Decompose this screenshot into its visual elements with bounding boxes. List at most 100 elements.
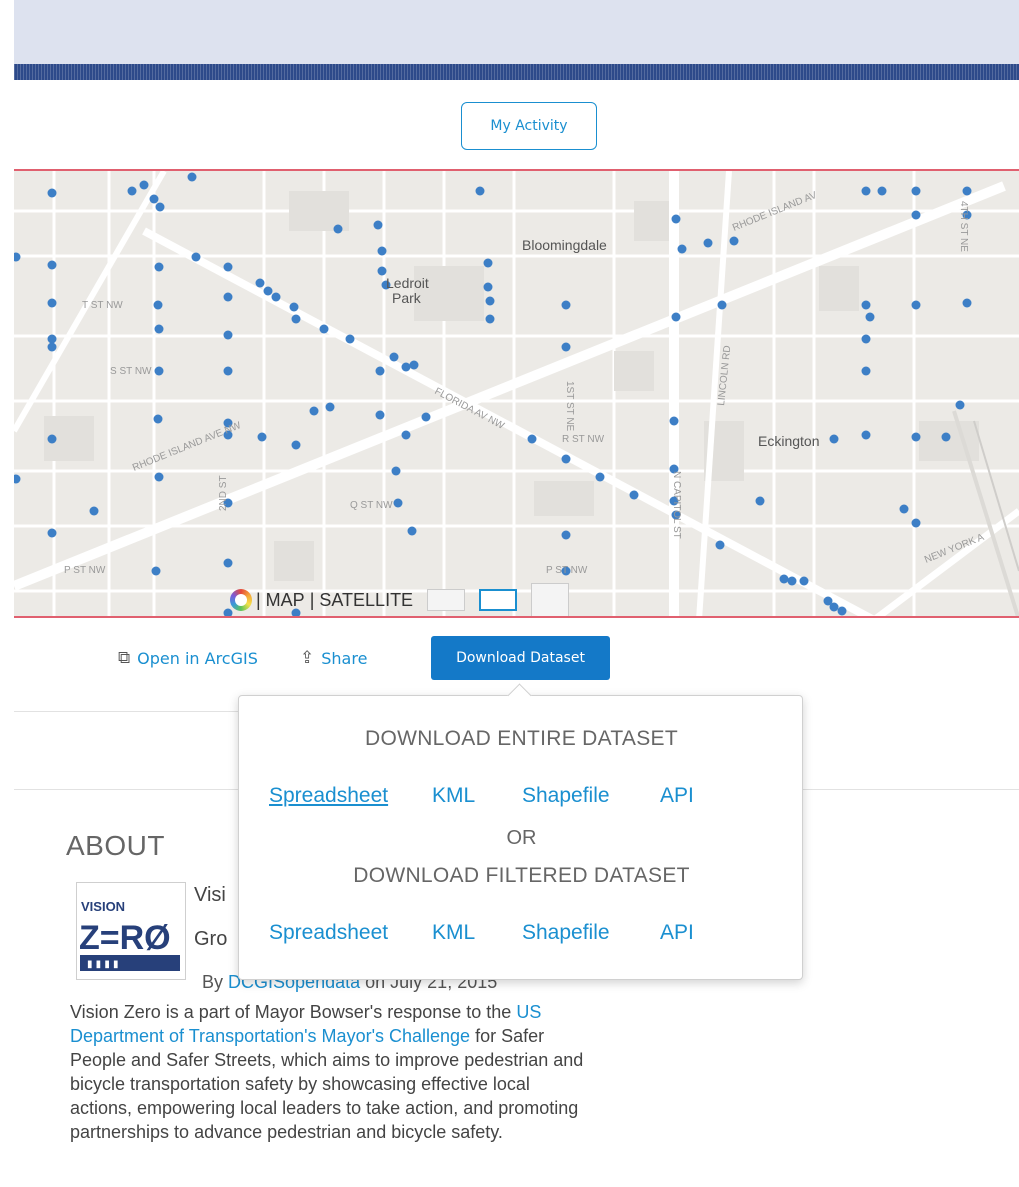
crash-point-marker[interactable] bbox=[561, 342, 571, 352]
crash-point-marker[interactable] bbox=[257, 432, 267, 442]
crash-point-marker[interactable] bbox=[829, 434, 839, 444]
crash-point-marker[interactable] bbox=[671, 312, 681, 322]
filtered-spreadsheet-option[interactable]: Spreadsheet bbox=[269, 921, 388, 945]
crash-point-marker[interactable] bbox=[911, 518, 921, 528]
color-wheel-icon[interactable] bbox=[230, 589, 252, 611]
share-link[interactable]: ⇪ Share bbox=[300, 648, 367, 668]
crash-point-marker[interactable] bbox=[154, 262, 164, 272]
crash-point-marker[interactable] bbox=[485, 296, 495, 306]
crash-point-marker[interactable] bbox=[223, 262, 233, 272]
crash-point-marker[interactable] bbox=[291, 440, 301, 450]
crash-point-marker[interactable] bbox=[421, 412, 431, 422]
crash-point-marker[interactable] bbox=[333, 224, 343, 234]
crash-point-marker[interactable] bbox=[127, 186, 137, 196]
crash-point-marker[interactable] bbox=[375, 366, 385, 376]
crash-point-marker[interactable] bbox=[389, 352, 399, 362]
crash-point-marker[interactable] bbox=[47, 342, 57, 352]
crash-point-marker[interactable] bbox=[877, 186, 887, 196]
crash-point-marker[interactable] bbox=[373, 220, 383, 230]
filtered-shapefile-option[interactable]: Shapefile bbox=[522, 921, 610, 945]
filtered-kml-option[interactable]: KML bbox=[432, 921, 475, 945]
crash-point-marker[interactable] bbox=[483, 282, 493, 292]
crash-point-marker[interactable] bbox=[677, 244, 687, 254]
crash-point-marker[interactable] bbox=[153, 414, 163, 424]
basemap-satellite-option[interactable]: | SATELLITE bbox=[310, 590, 413, 611]
crash-point-marker[interactable] bbox=[401, 362, 411, 372]
crash-point-marker[interactable] bbox=[407, 526, 417, 536]
basemap-swatch-light[interactable] bbox=[427, 589, 466, 611]
crash-point-marker[interactable] bbox=[755, 496, 765, 506]
download-dataset-button[interactable]: Download Dataset bbox=[431, 636, 610, 680]
crash-point-marker[interactable] bbox=[829, 602, 839, 612]
crash-point-marker[interactable] bbox=[861, 186, 871, 196]
crash-point-marker[interactable] bbox=[377, 246, 387, 256]
crash-point-marker[interactable] bbox=[485, 314, 495, 324]
map-view[interactable]: Bloomingdale Ledroit Park Eckington T ST… bbox=[14, 169, 1019, 618]
open-in-arcgis-link[interactable]: ⧉ Open in ArcGIS bbox=[118, 648, 258, 668]
crash-point-marker[interactable] bbox=[911, 432, 921, 442]
basemap-swatch-dark[interactable] bbox=[531, 583, 570, 616]
crash-point-marker[interactable] bbox=[669, 416, 679, 426]
crash-point-marker[interactable] bbox=[941, 432, 951, 442]
crash-point-marker[interactable] bbox=[223, 330, 233, 340]
crash-point-marker[interactable] bbox=[861, 334, 871, 344]
crash-point-marker[interactable] bbox=[89, 506, 99, 516]
crash-point-marker[interactable] bbox=[962, 298, 972, 308]
crash-point-marker[interactable] bbox=[861, 300, 871, 310]
crash-point-marker[interactable] bbox=[401, 430, 411, 440]
crash-point-marker[interactable] bbox=[715, 540, 725, 550]
crash-point-marker[interactable] bbox=[483, 258, 493, 268]
crash-point-marker[interactable] bbox=[861, 366, 871, 376]
crash-point-marker[interactable] bbox=[255, 278, 265, 288]
crash-point-marker[interactable] bbox=[561, 530, 571, 540]
crash-point-marker[interactable] bbox=[14, 252, 21, 262]
basemap-switcher[interactable]: | MAP | SATELLITE bbox=[230, 583, 570, 616]
crash-point-marker[interactable] bbox=[629, 490, 639, 500]
crash-point-marker[interactable] bbox=[861, 430, 871, 440]
entire-spreadsheet-option[interactable]: Spreadsheet bbox=[269, 784, 388, 808]
crash-point-marker[interactable] bbox=[911, 186, 921, 196]
crash-point-marker[interactable] bbox=[561, 454, 571, 464]
entire-kml-option[interactable]: KML bbox=[432, 784, 475, 808]
crash-point-marker[interactable] bbox=[47, 188, 57, 198]
crash-point-marker[interactable] bbox=[325, 402, 335, 412]
crash-point-marker[interactable] bbox=[309, 406, 319, 416]
my-activity-button[interactable]: My Activity bbox=[461, 102, 597, 150]
crash-point-marker[interactable] bbox=[139, 180, 149, 190]
crash-point-marker[interactable] bbox=[955, 400, 965, 410]
crash-point-marker[interactable] bbox=[271, 292, 281, 302]
crash-point-marker[interactable] bbox=[393, 498, 403, 508]
crash-point-marker[interactable] bbox=[865, 312, 875, 322]
crash-point-marker[interactable] bbox=[223, 558, 233, 568]
crash-point-marker[interactable] bbox=[561, 300, 571, 310]
crash-point-marker[interactable] bbox=[291, 314, 301, 324]
crash-point-marker[interactable] bbox=[527, 434, 537, 444]
crash-point-marker[interactable] bbox=[47, 334, 57, 344]
crash-point-marker[interactable] bbox=[345, 334, 355, 344]
crash-point-marker[interactable] bbox=[911, 300, 921, 310]
crash-point-marker[interactable] bbox=[899, 504, 909, 514]
crash-point-marker[interactable] bbox=[149, 194, 159, 204]
crash-point-marker[interactable] bbox=[47, 260, 57, 270]
crash-point-marker[interactable] bbox=[729, 236, 739, 246]
crash-point-marker[interactable] bbox=[391, 466, 401, 476]
crash-point-marker[interactable] bbox=[799, 576, 809, 586]
crash-point-marker[interactable] bbox=[223, 366, 233, 376]
crash-point-marker[interactable] bbox=[154, 324, 164, 334]
crash-point-marker[interactable] bbox=[154, 366, 164, 376]
crash-point-marker[interactable] bbox=[595, 472, 605, 482]
crash-point-marker[interactable] bbox=[837, 606, 847, 616]
entire-shapefile-option[interactable]: Shapefile bbox=[522, 784, 610, 808]
basemap-map-option[interactable]: | MAP bbox=[256, 590, 305, 611]
crash-point-marker[interactable] bbox=[155, 202, 165, 212]
crash-point-marker[interactable] bbox=[289, 302, 299, 312]
crash-point-marker[interactable] bbox=[191, 252, 201, 262]
entire-api-option[interactable]: API bbox=[660, 784, 694, 808]
crash-point-marker[interactable] bbox=[779, 574, 789, 584]
crash-point-marker[interactable] bbox=[153, 300, 163, 310]
crash-point-marker[interactable] bbox=[223, 292, 233, 302]
crash-point-marker[interactable] bbox=[787, 576, 797, 586]
crash-point-marker[interactable] bbox=[263, 286, 273, 296]
crash-point-marker[interactable] bbox=[911, 210, 921, 220]
crash-point-marker[interactable] bbox=[47, 528, 57, 538]
